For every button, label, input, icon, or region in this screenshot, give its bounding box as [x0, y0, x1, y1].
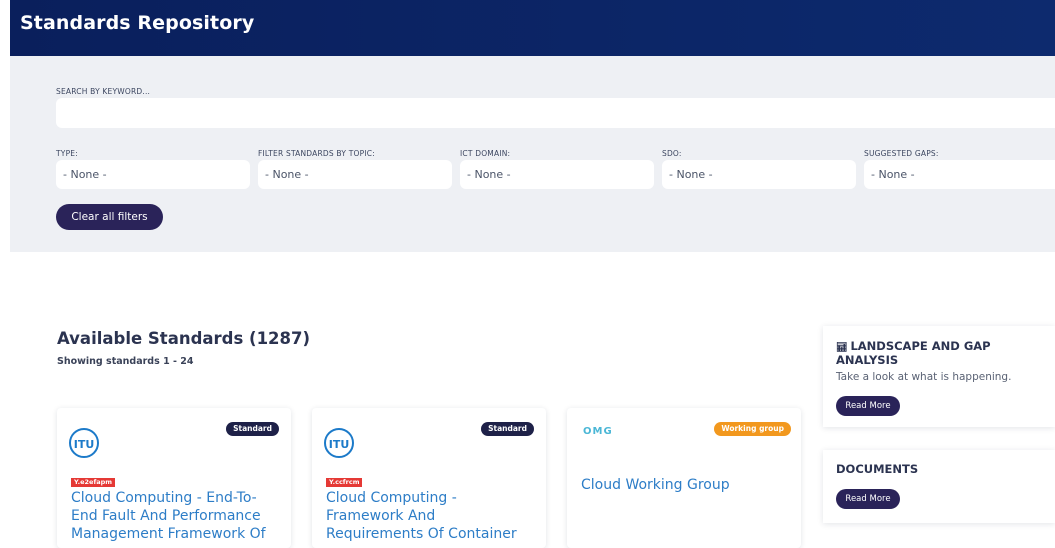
ict-domain-select[interactable]: - None -	[460, 160, 654, 189]
clear-filters-button[interactable]: Clear all filters	[56, 204, 163, 230]
documents-read-more-button[interactable]: Read More	[836, 489, 900, 509]
landscape-panel: 📊︎ LANDSCAPE AND GAP ANALYSIS Take a look…	[823, 326, 1055, 427]
standard-code-tag: Y.e2efapm	[71, 478, 116, 487]
type-badge: Working group	[714, 422, 791, 436]
type-select[interactable]: - None -	[56, 160, 250, 189]
type-select-value: - None -	[63, 168, 107, 181]
landscape-title-text: LANDSCAPE AND GAP ANALYSIS	[836, 339, 991, 367]
documents-panel: DOCUMENTS Read More	[823, 450, 1055, 523]
sdo-select-value: - None -	[669, 168, 713, 181]
ict-domain-filter-label: ICT DOMAIN:	[460, 149, 511, 158]
topic-filter-label: FILTER STANDARDS BY TOPIC:	[258, 149, 375, 158]
gaps-filter-label: SUGGESTED GAPS:	[864, 149, 939, 158]
type-filter-label: TYPE:	[56, 149, 78, 158]
standard-card[interactable]: OMG Working group Cloud Working Group	[567, 408, 801, 548]
ict-domain-select-value: - None -	[467, 168, 511, 181]
bar-chart-icon: 📊︎	[836, 343, 848, 353]
sdo-select[interactable]: - None -	[662, 160, 856, 189]
documents-title: DOCUMENTS	[836, 462, 919, 476]
search-input[interactable]	[56, 98, 1055, 128]
results-title: Available Standards (1287)	[57, 329, 311, 348]
omg-logo-icon: OMG	[583, 426, 613, 437]
search-label: SEARCH BY KEYWORD...	[56, 87, 151, 96]
standard-title-link[interactable]: Cloud Working Group	[581, 476, 786, 494]
standard-code-tag: Y.ccfrcm	[326, 478, 363, 487]
topic-select-value: - None -	[265, 168, 309, 181]
filter-panel: SEARCH BY KEYWORD... TYPE: - None - FILT…	[10, 56, 1055, 252]
type-badge: Standard	[481, 422, 534, 436]
landscape-title: 📊︎ LANDSCAPE AND GAP ANALYSIS	[836, 339, 1055, 367]
page-title: Standards Repository	[20, 12, 255, 34]
standard-card[interactable]: ITU Standard Y.ccfrcm Cloud Computing - …	[312, 408, 546, 548]
gaps-select[interactable]: - None -	[864, 160, 1055, 189]
gaps-select-value: - None -	[871, 168, 915, 181]
itu-logo-icon: ITU	[324, 428, 354, 458]
landscape-read-more-button[interactable]: Read More	[836, 396, 900, 416]
header-bar: Standards Repository	[10, 0, 1055, 56]
standard-card[interactable]: ITU Standard Y.e2efapm Cloud Computing -…	[57, 408, 291, 548]
topic-select[interactable]: - None -	[258, 160, 452, 189]
itu-logo-icon: ITU	[69, 428, 99, 458]
landscape-text: Take a look at what is happening.	[836, 371, 1012, 383]
sdo-filter-label: SDO:	[662, 149, 682, 158]
results-count: Showing standards 1 - 24	[57, 356, 194, 367]
type-badge: Standard	[226, 422, 279, 436]
